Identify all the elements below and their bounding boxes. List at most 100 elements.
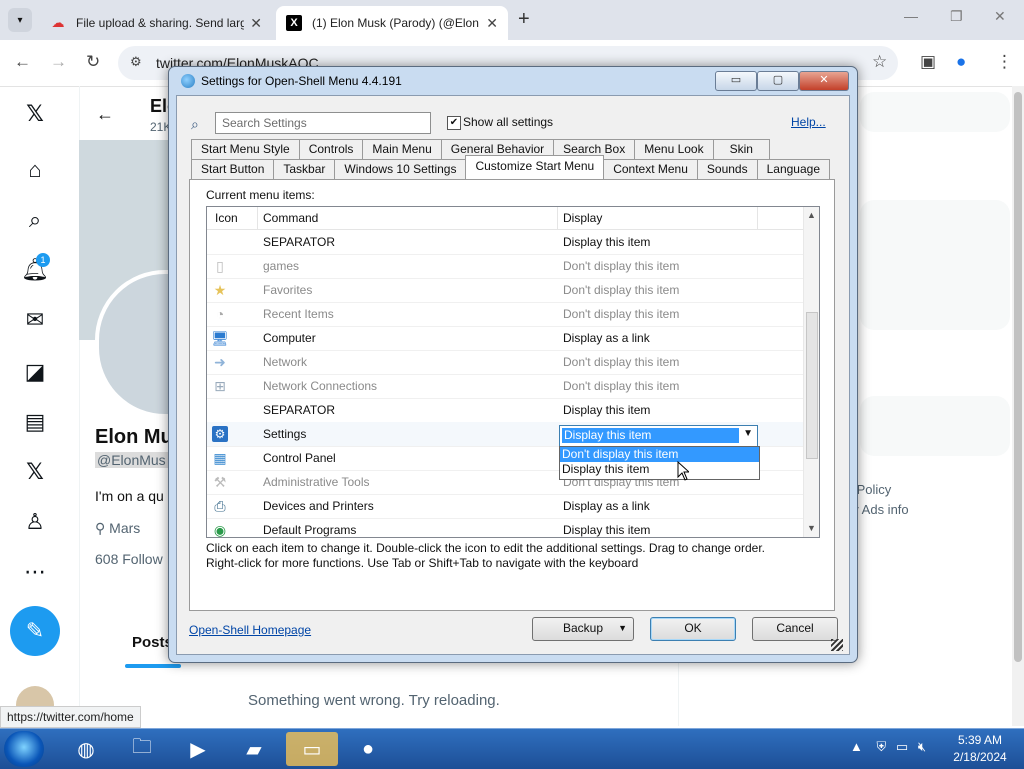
network-connections-icon[interactable]: ⊞: [212, 378, 228, 394]
column-header-command[interactable]: Command: [263, 211, 318, 225]
back-arrow-icon[interactable]: ←: [14, 52, 31, 72]
list-item[interactable]: SEPARATOR Display this item: [207, 230, 803, 255]
backup-button[interactable]: Backup ▼: [532, 617, 634, 641]
list-item[interactable]: ⎙ Devices and Printers Display as a link: [207, 494, 803, 519]
media-player-icon[interactable]: ▶: [172, 732, 224, 766]
tab-controls[interactable]: Controls: [298, 139, 364, 159]
browser-tab-twitter[interactable]: X (1) Elon Musk (Parody) (@Elon ✕: [276, 6, 508, 40]
resize-grip[interactable]: [831, 639, 843, 651]
start-orb-button[interactable]: [4, 731, 44, 767]
list-item-display[interactable]: Don't display this item: [563, 379, 679, 393]
tab-skin[interactable]: Skin: [712, 139, 770, 159]
list-item[interactable]: 🖥︎ Computer Display as a link: [207, 326, 803, 351]
list-item-display[interactable]: Display this item: [563, 403, 650, 417]
side-panel-icon[interactable]: ▣: [920, 52, 936, 72]
profile-person-icon[interactable]: ♙: [21, 508, 49, 536]
list-item[interactable]: ◉ Default Programs Display this item: [207, 518, 803, 538]
more-circle-icon[interactable]: ⋯: [21, 558, 49, 586]
column-header-display[interactable]: Display: [563, 211, 602, 225]
close-tab-icon[interactable]: ✕: [486, 15, 498, 32]
profile-followers[interactable]: 608 Follow: [95, 551, 163, 567]
chevron-down-icon[interactable]: ▼: [743, 428, 753, 439]
display-dropdown-list[interactable]: Don't display this item Display this ite…: [559, 446, 760, 480]
open-shell-homepage-link[interactable]: Open-Shell Homepage: [189, 623, 311, 637]
close-tab-icon[interactable]: ✕: [250, 15, 262, 32]
home-icon[interactable]: ⌂: [21, 156, 49, 184]
open-shell-taskbar-icon[interactable]: ●: [342, 732, 394, 766]
list-item[interactable]: ◔ Recent Items Don't display this item: [207, 302, 803, 327]
shield-icon[interactable]: ⛨: [877, 739, 887, 754]
notepad-icon[interactable]: ▰: [228, 732, 280, 766]
list-item-display[interactable]: Display as a link: [563, 499, 650, 513]
tab-start-button[interactable]: Start Button: [191, 159, 275, 179]
scroll-up-arrow-icon[interactable]: ▲: [807, 210, 816, 220]
new-tab-button[interactable]: +: [518, 8, 530, 31]
display-combobox[interactable]: Display this item ▼: [559, 425, 758, 447]
site-info-icon[interactable]: ⚙: [130, 54, 142, 70]
list-item-display[interactable]: Don't display this item: [563, 283, 679, 297]
admin-tools-icon[interactable]: ⚒: [212, 474, 228, 490]
restore-window-icon[interactable]: ❐: [950, 8, 963, 25]
profile-icon[interactable]: ●: [956, 52, 966, 72]
list-item[interactable]: ⊞ Network Connections Don't display this…: [207, 374, 803, 399]
menu-items-list[interactable]: Icon Command Display SEPARATOR Display t…: [206, 206, 820, 538]
browser-tab-file-upload[interactable]: ☁ File upload & sharing. Send larg ✕: [40, 6, 272, 40]
tab-start-menu-style[interactable]: Start Menu Style: [191, 139, 300, 159]
list-item-display[interactable]: Display this item: [563, 235, 650, 249]
chrome-menu-icon[interactable]: ⋮: [996, 52, 1013, 72]
control-panel-icon[interactable]: ▦: [212, 450, 228, 466]
tab-context-menu[interactable]: Context Menu: [603, 159, 698, 179]
list-item-display[interactable]: Don't display this item: [563, 307, 679, 321]
list-item-display[interactable]: Display this item: [563, 523, 650, 537]
compose-post-button[interactable]: ✎: [10, 606, 60, 656]
lists-icon[interactable]: ▤: [21, 408, 49, 436]
volume-muted-icon[interactable]: 🔇︎: [918, 739, 926, 754]
tab-customize-start-menu[interactable]: Customize Start Menu: [465, 155, 605, 179]
search-settings-input[interactable]: Search Settings: [215, 112, 431, 134]
list-item[interactable]: ★ Favorites Don't display this item: [207, 278, 803, 303]
list-item[interactable]: SEPARATOR Display this item: [207, 398, 803, 423]
tab-main-menu[interactable]: Main Menu: [362, 139, 442, 159]
chrome-taskbar-icon[interactable]: ◍: [60, 732, 112, 766]
ok-button[interactable]: OK: [650, 617, 736, 641]
list-item-display[interactable]: Display as a link: [563, 331, 650, 345]
x-logo-icon[interactable]: 𝕏: [21, 100, 49, 128]
reload-icon[interactable]: ↻: [86, 52, 100, 72]
bookmark-star-icon[interactable]: ☆: [872, 52, 887, 72]
column-header-icon[interactable]: Icon: [215, 211, 238, 225]
messages-mail-icon[interactable]: ✉: [21, 306, 49, 334]
active-window-taskbar-icon[interactable]: ▭: [286, 732, 338, 766]
close-window-icon[interactable]: ✕: [994, 8, 1006, 25]
minimize-window-icon[interactable]: —: [904, 8, 918, 24]
scroll-down-arrow-icon[interactable]: ▼: [807, 523, 816, 533]
dropdown-option-display[interactable]: Display this item: [560, 462, 759, 477]
cancel-button[interactable]: Cancel: [752, 617, 838, 641]
taskbar-clock[interactable]: 5:39 AM 2/18/2024: [946, 732, 1014, 766]
network-tray-icon[interactable]: ▭: [896, 739, 908, 754]
dialog-maximize-button[interactable]: ▢: [757, 71, 799, 91]
show-all-settings-checkbox[interactable]: ✔: [447, 116, 461, 130]
list-scrollbar[interactable]: ▲ ▼: [803, 207, 819, 537]
network-icon[interactable]: ➜: [212, 354, 228, 370]
list-item-display[interactable]: Don't display this item: [563, 355, 679, 369]
tab-sounds[interactable]: Sounds: [696, 159, 758, 179]
forward-arrow-icon[interactable]: →: [50, 52, 67, 72]
dropdown-option-dont-display[interactable]: Don't display this item: [560, 447, 759, 462]
tab-posts[interactable]: Posts: [132, 634, 173, 651]
tab-language[interactable]: Language: [756, 159, 830, 179]
show-all-settings-label[interactable]: Show all settings: [463, 115, 553, 129]
page-icon[interactable]: ▯: [212, 258, 228, 274]
tab-windows-10-settings[interactable]: Windows 10 Settings: [334, 159, 467, 179]
tab-menu-look[interactable]: Menu Look: [634, 139, 714, 159]
page-scroll-thumb[interactable]: [1014, 92, 1022, 662]
tab-search-dropdown[interactable]: ▾: [8, 8, 32, 32]
explorer-folder-icon[interactable]: 🗀: [116, 732, 168, 766]
dialog-minimize-button[interactable]: ▭: [715, 71, 757, 91]
list-scroll-thumb[interactable]: [806, 312, 818, 459]
dialog-close-button[interactable]: ✕: [799, 71, 849, 91]
star-icon[interactable]: ★: [212, 282, 228, 298]
grok-icon[interactable]: ◪: [21, 358, 49, 386]
explore-search-icon[interactable]: ⌕: [21, 206, 49, 234]
recent-icon[interactable]: ◔: [212, 306, 228, 322]
premium-x-icon[interactable]: 𝕏: [21, 458, 49, 486]
